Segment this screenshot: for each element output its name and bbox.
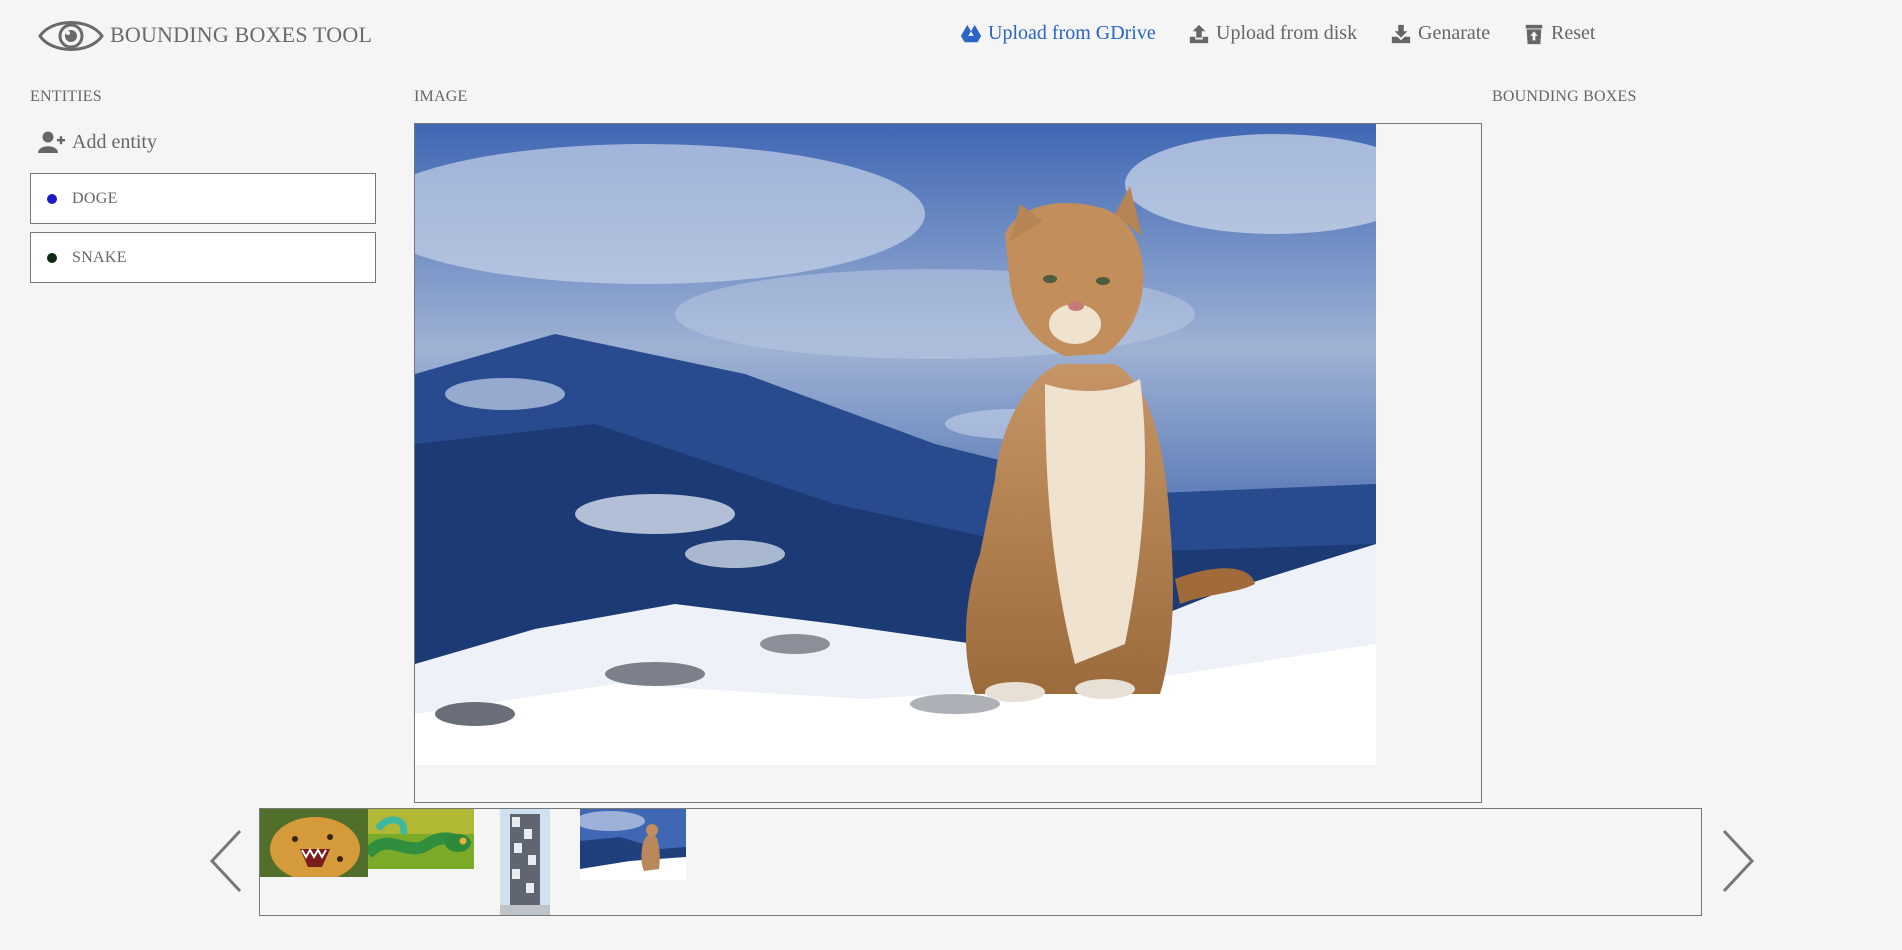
upload-disk-label: Upload from disk	[1216, 22, 1358, 44]
bounding-boxes-heading: BOUNDING BOXES	[1492, 88, 1637, 105]
app-title: BOUNDING BOXES TOOL	[110, 22, 373, 47]
cougar-image[interactable]	[415, 124, 1376, 765]
generate-label: Genarate	[1418, 22, 1491, 44]
entity-item-doge[interactable]: DOGE	[30, 173, 376, 224]
reset-label: Reset	[1551, 22, 1596, 44]
thumbnail-building[interactable]	[500, 809, 550, 915]
image-heading: IMAGE	[414, 88, 468, 105]
download-icon	[1391, 24, 1411, 43]
chevron-left-icon[interactable]	[206, 828, 246, 894]
generate-button[interactable]: Genarate	[1390, 22, 1490, 45]
google-drive-icon	[960, 24, 982, 42]
upload-icon	[1189, 24, 1209, 43]
user-plus-icon	[38, 131, 65, 153]
thumbnail-cougar[interactable]	[580, 809, 686, 880]
eye-icon	[38, 21, 104, 51]
add-entity-label: Add entity	[72, 130, 157, 153]
entity-color-dot	[47, 252, 57, 263]
chevron-right-icon[interactable]	[1718, 828, 1758, 894]
reset-button[interactable]: Reset	[1523, 22, 1595, 45]
image-canvas[interactable]	[414, 123, 1482, 803]
upload-gdrive-button[interactable]: Upload from GDrive	[960, 22, 1156, 45]
upload-gdrive-label: Upload from GDrive	[988, 22, 1156, 44]
entity-color-dot	[47, 193, 57, 204]
add-entity-button[interactable]: Add entity	[38, 130, 157, 154]
entity-item-snake[interactable]: SNAKE	[30, 232, 376, 283]
thumbnail-leopard[interactable]	[260, 809, 368, 877]
entity-name: SNAKE	[72, 248, 127, 266]
trash-restore-icon	[1525, 24, 1543, 44]
entity-name: DOGE	[72, 189, 118, 207]
upload-disk-button[interactable]: Upload from disk	[1188, 22, 1357, 45]
entities-heading: ENTITIES	[30, 88, 102, 105]
thumbnail-strip	[259, 808, 1702, 916]
thumbnail-snake[interactable]	[368, 809, 474, 869]
